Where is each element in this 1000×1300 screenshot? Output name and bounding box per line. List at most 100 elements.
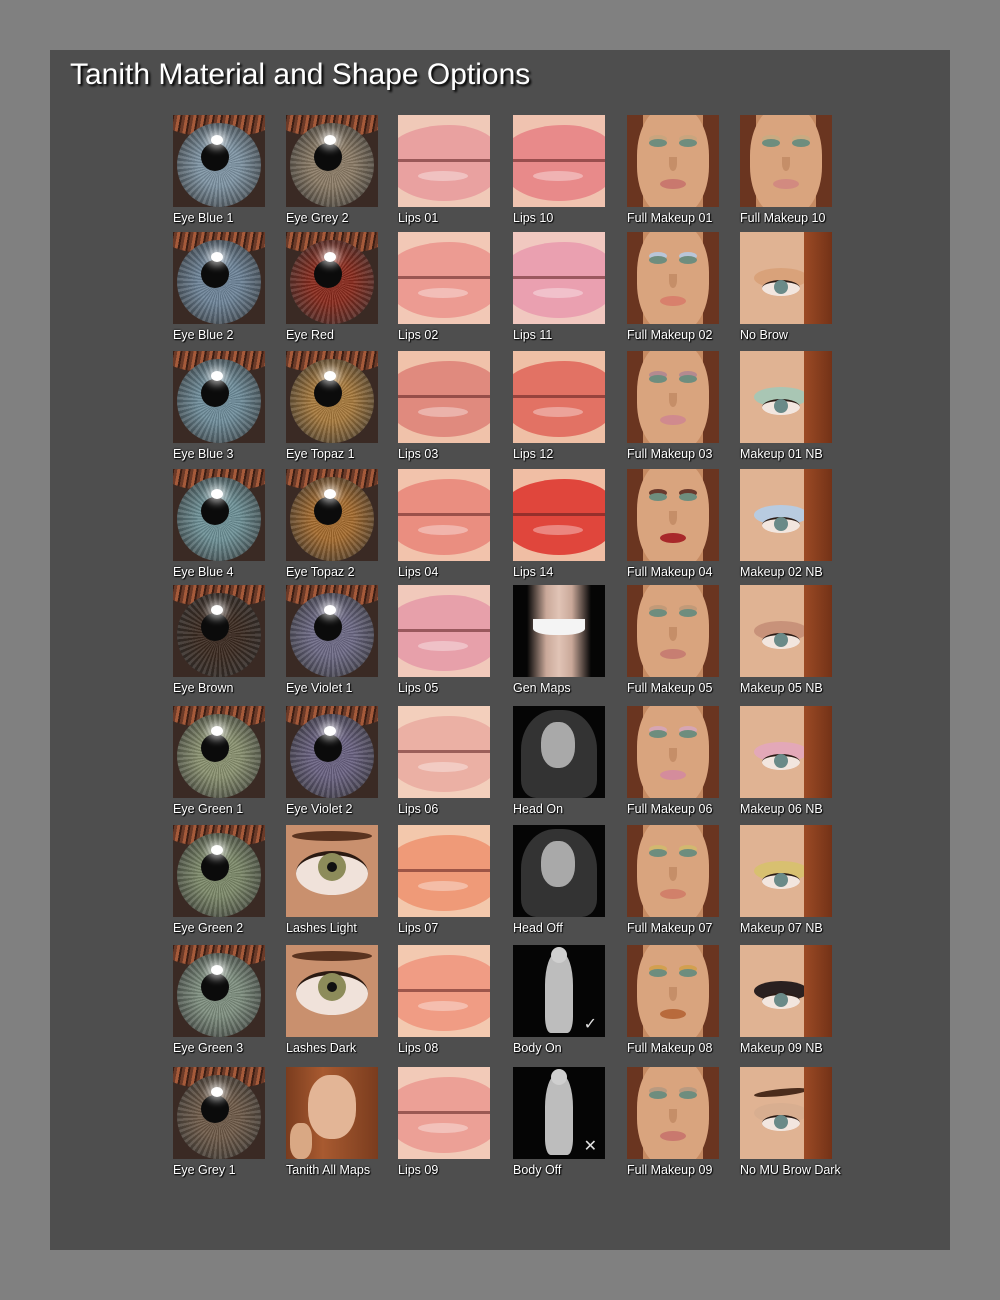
option-label: Eye Green 1 [173, 802, 244, 816]
highlight-graphic [211, 1087, 223, 1097]
option-thumbnail [513, 585, 605, 677]
option-tile-makeup-02-nb[interactable]: Makeup 02 NB [740, 469, 890, 589]
option-thumbnail [398, 706, 490, 798]
lip-seam-graphic [513, 159, 605, 162]
option-label: Eye Green 3 [173, 1041, 244, 1055]
mouth-graphic [660, 649, 686, 659]
upper-lip-graphic [513, 125, 605, 161]
option-thumbnail [286, 1067, 378, 1159]
option-tile-makeup-07-nb[interactable]: Makeup 07 NB [740, 825, 890, 945]
lip-shine-graphic [533, 288, 583, 298]
iris-graphic [774, 873, 788, 887]
left-eye-graphic [649, 969, 667, 977]
option-thumbnail [627, 115, 719, 207]
option-label: Lips 01 [398, 211, 439, 225]
upper-lip-graphic [513, 361, 605, 397]
lower-lip-graphic [398, 1113, 490, 1153]
left-eye-graphic [649, 730, 667, 738]
lip-shine-graphic [418, 407, 468, 417]
option-tile-no-brow[interactable]: No Brow [740, 232, 890, 352]
option-thumbnail [286, 945, 378, 1037]
option-thumbnail [513, 706, 605, 798]
highlight-graphic [324, 371, 336, 381]
option-thumbnail [286, 351, 378, 443]
upper-lip-graphic [398, 479, 490, 515]
option-tile-full-makeup-10[interactable]: Full Makeup 10 [740, 115, 890, 235]
lower-lip-graphic [398, 631, 490, 671]
underwear-graphic [533, 619, 585, 635]
hair-graphic [804, 232, 832, 324]
option-tile-makeup-01-nb[interactable]: Makeup 01 NB [740, 351, 890, 471]
mouth-graphic [660, 1131, 686, 1141]
pupil-graphic [201, 1095, 229, 1123]
option-thumbnail [173, 115, 265, 207]
highlight-graphic [211, 135, 223, 145]
option-thumbnail [513, 351, 605, 443]
hair-graphic [804, 469, 832, 561]
pupil-graphic [327, 862, 337, 872]
option-label: Head On [513, 802, 564, 816]
option-label: Lashes Dark [286, 1041, 357, 1055]
highlight-graphic [211, 845, 223, 855]
option-thumbnail [286, 825, 378, 917]
option-thumbnail [740, 825, 832, 917]
option-thumbnail [286, 115, 378, 207]
option-label: Eye Red [286, 328, 334, 342]
body-figure-graphic [545, 953, 573, 1033]
nose-graphic [669, 393, 677, 407]
lip-seam-graphic [398, 629, 490, 632]
right-eye-graphic [679, 375, 697, 383]
pupil-graphic [201, 497, 229, 525]
nose-graphic [669, 987, 677, 1001]
option-label: Full Makeup 01 [627, 211, 713, 225]
option-label: Lips 05 [398, 681, 439, 695]
option-thumbnail [513, 232, 605, 324]
hair-graphic [804, 945, 832, 1037]
iris-graphic [774, 633, 788, 647]
checkmark-icon: ✓ [583, 1014, 597, 1033]
lower-lip-graphic [513, 278, 605, 318]
option-label: Lips 10 [513, 211, 554, 225]
option-label: Gen Maps [513, 681, 571, 695]
option-thumbnail [286, 232, 378, 324]
option-thumbnail [627, 945, 719, 1037]
lip-shine-graphic [533, 525, 583, 535]
iris-graphic [774, 517, 788, 531]
lower-lip-graphic [398, 991, 490, 1031]
right-eye-graphic [679, 730, 697, 738]
lower-lip-graphic [398, 278, 490, 318]
option-thumbnail [173, 825, 265, 917]
option-thumbnail [740, 115, 832, 207]
option-tile-makeup-06-nb[interactable]: Makeup 06 NB [740, 706, 890, 826]
upper-lip-graphic [398, 242, 490, 278]
option-label: Full Makeup 02 [627, 328, 713, 342]
iris-graphic [774, 754, 788, 768]
lip-seam-graphic [513, 395, 605, 398]
lip-seam-graphic [398, 395, 490, 398]
thumbnail-grid: Eye Blue 1 Eye Blue 2 Eye Blue 3 Eye Blue 4… [50, 50, 950, 1250]
option-tile-makeup-09-nb[interactable]: Makeup 09 NB [740, 945, 890, 1065]
option-label: Makeup 01 NB [740, 447, 823, 461]
nose-graphic [669, 748, 677, 762]
lip-shine-graphic [418, 288, 468, 298]
highlight-graphic [324, 605, 336, 615]
option-label: Eye Green 2 [173, 921, 244, 935]
option-thumbnail [173, 469, 265, 561]
option-label: Makeup 09 NB [740, 1041, 823, 1055]
option-label: Makeup 07 NB [740, 921, 823, 935]
upper-lip-graphic [513, 479, 605, 515]
mouth-graphic [660, 533, 686, 543]
hair-graphic [804, 1067, 832, 1159]
left-eye-graphic [649, 609, 667, 617]
option-tile-makeup-05-nb[interactable]: Makeup 05 NB [740, 585, 890, 705]
option-label: Lips 02 [398, 328, 439, 342]
option-tile-no-mu-brow-dark[interactable]: No MU Brow Dark [740, 1067, 890, 1187]
pupil-graphic [201, 143, 229, 171]
pupil-graphic [201, 379, 229, 407]
option-label: Tanith All Maps [286, 1163, 371, 1177]
highlight-graphic [211, 605, 223, 615]
pupil-graphic [314, 260, 342, 288]
upper-lip-graphic [398, 955, 490, 991]
mouth-graphic [660, 1009, 686, 1019]
option-thumbnail [627, 232, 719, 324]
